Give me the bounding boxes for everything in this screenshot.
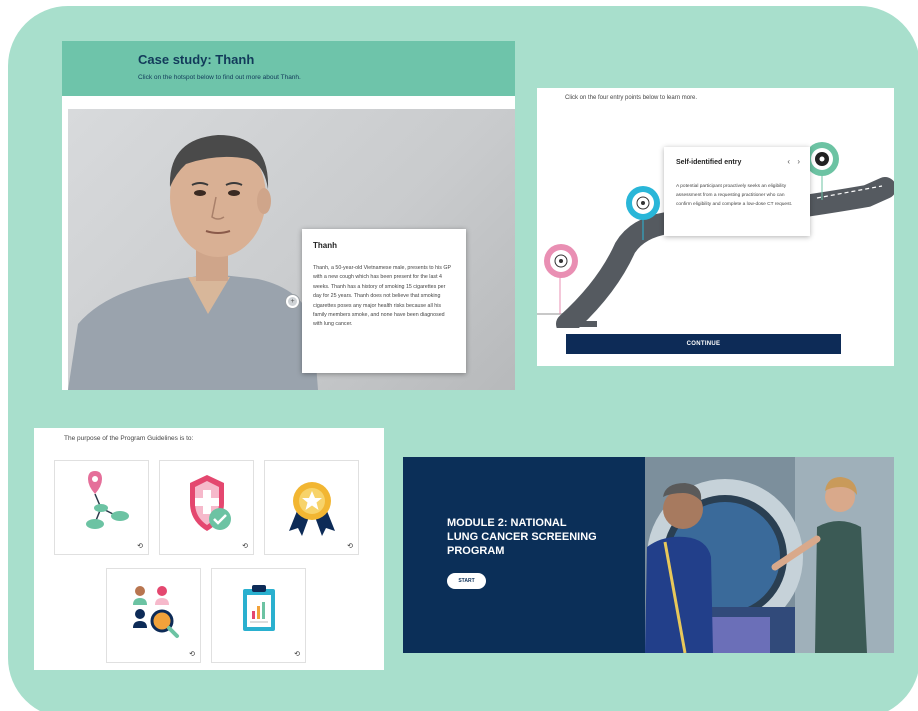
module-title-screen: MODULE 2: NATIONAL LUNG CANCER SCREENING… [403, 457, 894, 653]
thanh-card-body: Thanh, a 50-year-old Vietnamese male, pr… [313, 265, 451, 328]
entry-points-screen: Click on the four entry points below to … [537, 88, 894, 366]
people-search-icon [133, 586, 179, 638]
chevron-right-icon[interactable]: › [797, 157, 800, 166]
guidelines-screen: The purpose of the Program Guidelines is… [34, 428, 384, 670]
module-title: MODULE 2: NATIONAL LUNG CANCER SCREENING… [447, 517, 597, 557]
guideline-tile-health[interactable]: ⟲ [159, 460, 254, 555]
entry-info-card: ‹ › Self-identified entry A potential pa… [664, 147, 810, 236]
hotspot-button[interactable]: + [286, 295, 299, 308]
flip-icon[interactable]: ⟲ [189, 650, 195, 658]
clipboard-chart-icon [243, 585, 275, 631]
thanh-card-title: Thanh [313, 241, 337, 250]
pathway-icon [86, 471, 129, 529]
start-button[interactable]: START [447, 573, 486, 589]
guideline-tile-clipboard[interactable]: ⟲ [211, 568, 306, 663]
case-study-title: Case study: Thanh [138, 52, 255, 67]
guideline-tile-pathway[interactable]: ⟲ [54, 460, 149, 555]
thanh-info-card: Thanh Thanh, a 50-year-old Vietnamese ma… [302, 229, 466, 373]
entry-card-title: Self-identified entry [676, 159, 742, 166]
cyan-entry-pin[interactable] [623, 183, 663, 223]
guidelines-instruction: The purpose of the Program Guidelines is… [64, 435, 194, 442]
guideline-tile-award[interactable]: ⟲ [264, 460, 359, 555]
chevron-left-icon[interactable]: ‹ [787, 157, 790, 166]
flip-icon[interactable]: ⟲ [294, 650, 300, 658]
pink-entry-pin[interactable] [541, 241, 581, 281]
health-shield-icon [190, 475, 231, 531]
ct-scanner-photo-illustration [645, 457, 894, 653]
continue-button[interactable]: CONTINUE [566, 334, 841, 354]
flip-icon[interactable]: ⟲ [347, 542, 353, 550]
flip-icon[interactable]: ⟲ [242, 542, 248, 550]
module-photo [645, 457, 894, 653]
award-ribbon-icon [289, 482, 335, 536]
flip-icon[interactable]: ⟲ [137, 542, 143, 550]
guideline-tile-people[interactable]: ⟲ [106, 568, 201, 663]
card-navigation: ‹ › [782, 157, 800, 166]
case-study-subtitle: Click on the hotspot below to find out m… [138, 74, 301, 81]
entry-card-body: A potential participant proactively seek… [676, 184, 793, 207]
case-study-header: Case study: Thanh Click on the hotspot b… [62, 41, 515, 96]
